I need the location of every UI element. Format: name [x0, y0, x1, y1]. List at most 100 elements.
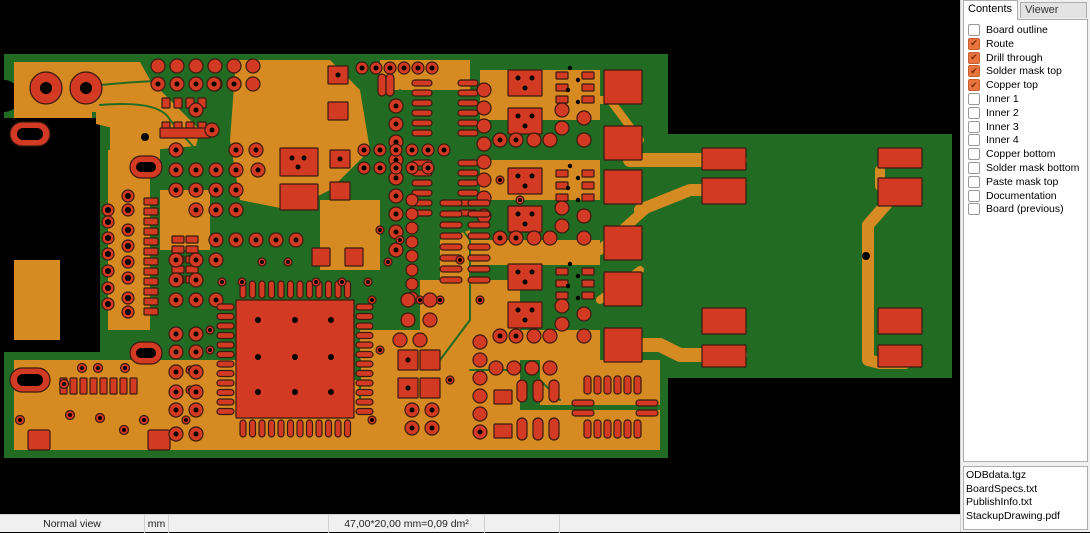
round-pad: [405, 249, 419, 263]
pad: [439, 232, 463, 240]
layer-item[interactable]: ✔ Drill through: [968, 51, 1043, 65]
drill-hole: [125, 275, 131, 281]
pad: [701, 147, 747, 171]
drill-hole: [409, 147, 415, 153]
pad: [877, 344, 923, 368]
pcb-viewer-canvas[interactable]: [0, 0, 960, 514]
tab-viewer-help[interactable]: Viewer help: [1020, 2, 1087, 30]
drill-hole: [193, 349, 199, 355]
pad: [581, 181, 595, 190]
layer-item[interactable]: Board (previous): [968, 202, 1064, 216]
pad: [581, 95, 595, 104]
drill-hole: [438, 298, 442, 302]
drill-hole: [125, 295, 131, 301]
pad: [173, 97, 183, 109]
pad: [286, 419, 295, 438]
round-pad: [526, 132, 542, 148]
layer-item[interactable]: Inner 4: [968, 133, 1019, 147]
status-bar: Normal view mm 47,00*20,00 mm=0,09 dm²: [0, 514, 960, 533]
layer-item[interactable]: Inner 2: [968, 106, 1019, 120]
layer-item[interactable]: Inner 3: [968, 120, 1019, 134]
drill-hole: [289, 155, 295, 161]
pad: [143, 277, 159, 286]
layer-checkbox[interactable]: [968, 203, 980, 216]
drill-hole: [529, 211, 535, 217]
file-item[interactable]: ODBdata.tgz: [966, 469, 1085, 483]
pad: [267, 280, 276, 299]
layer-checkbox[interactable]: [968, 175, 980, 188]
drill-hole: [458, 258, 462, 262]
drill-hole: [193, 407, 199, 413]
layer-label: Copper bottom: [986, 148, 1056, 161]
drill-hole: [105, 219, 111, 225]
layer-checkbox[interactable]: ✔: [968, 51, 980, 64]
drill-hole: [295, 164, 301, 170]
pcb-board-render[interactable]: [0, 0, 960, 514]
layer-checkbox[interactable]: [968, 24, 980, 36]
drill-hole: [96, 366, 100, 370]
round-pad: [576, 230, 592, 246]
pad: [143, 197, 159, 206]
layer-item[interactable]: ✔ Route: [968, 37, 1014, 51]
layer-item[interactable]: Inner 1: [968, 92, 1019, 106]
drill-hole: [448, 378, 452, 382]
layer-item[interactable]: ✔ Copper top: [968, 78, 1038, 92]
layer-checkbox[interactable]: [968, 106, 980, 119]
layer-checkbox[interactable]: [968, 162, 980, 174]
round-pad: [169, 58, 185, 74]
tab-contents[interactable]: Contents: [963, 0, 1018, 20]
drill-hole: [193, 297, 199, 303]
pad: [355, 312, 374, 321]
status-units: mm: [145, 515, 169, 533]
pad: [571, 409, 595, 417]
drill-hole: [173, 431, 179, 437]
layer-item[interactable]: Documentation: [968, 189, 1057, 203]
status-view-mode: Normal view: [0, 515, 145, 533]
layer-item[interactable]: ✔ Solder mask top: [968, 64, 1062, 78]
pad: [581, 279, 595, 288]
round-pad: [400, 312, 416, 328]
round-pad: [405, 221, 419, 235]
layer-label: Route: [986, 37, 1015, 50]
file-item[interactable]: BoardSpecs.txt: [966, 483, 1085, 497]
drill-hole: [125, 207, 131, 213]
drill-hole: [173, 187, 179, 193]
drill-hole: [370, 418, 374, 422]
layer-checkbox[interactable]: ✔: [968, 37, 980, 50]
layer-item[interactable]: Paste mask top: [968, 175, 1058, 189]
pad: [457, 159, 479, 167]
layer-item[interactable]: Board outline: [968, 23, 1048, 37]
pad: [419, 377, 441, 399]
file-item[interactable]: PublishInfo.txt: [966, 496, 1085, 510]
drill-hole: [193, 257, 199, 263]
drill-hole: [253, 147, 259, 153]
pad: [633, 419, 642, 439]
pad: [457, 169, 479, 177]
layer-checkbox[interactable]: [968, 93, 980, 105]
layer-checkbox[interactable]: [968, 134, 980, 147]
pad: [467, 232, 491, 240]
drill-hole: [255, 354, 261, 360]
layer-checkbox[interactable]: [968, 189, 980, 202]
pad: [701, 177, 747, 205]
layer-checkbox[interactable]: ✔: [968, 79, 980, 92]
file-item[interactable]: StackupDrawing.pdf: [966, 510, 1085, 524]
drill-hole: [513, 235, 519, 241]
pad: [171, 245, 185, 254]
drill-hole: [529, 113, 535, 119]
pad: [277, 419, 285, 438]
layer-checkbox[interactable]: [968, 148, 980, 161]
drill-hole: [98, 416, 102, 420]
drill-hole: [125, 309, 131, 315]
pad: [99, 377, 108, 395]
copper-pour: [14, 260, 60, 340]
layer-item[interactable]: Solder mask bottom: [968, 161, 1079, 175]
pad: [467, 221, 491, 229]
round-pad: [405, 235, 419, 249]
round-pad: [207, 58, 223, 74]
layer-item[interactable]: Copper bottom: [968, 147, 1055, 161]
pad: [355, 369, 374, 378]
pad: [507, 107, 543, 135]
layer-checkbox[interactable]: ✔: [968, 65, 980, 78]
layer-checkbox[interactable]: [968, 120, 980, 133]
